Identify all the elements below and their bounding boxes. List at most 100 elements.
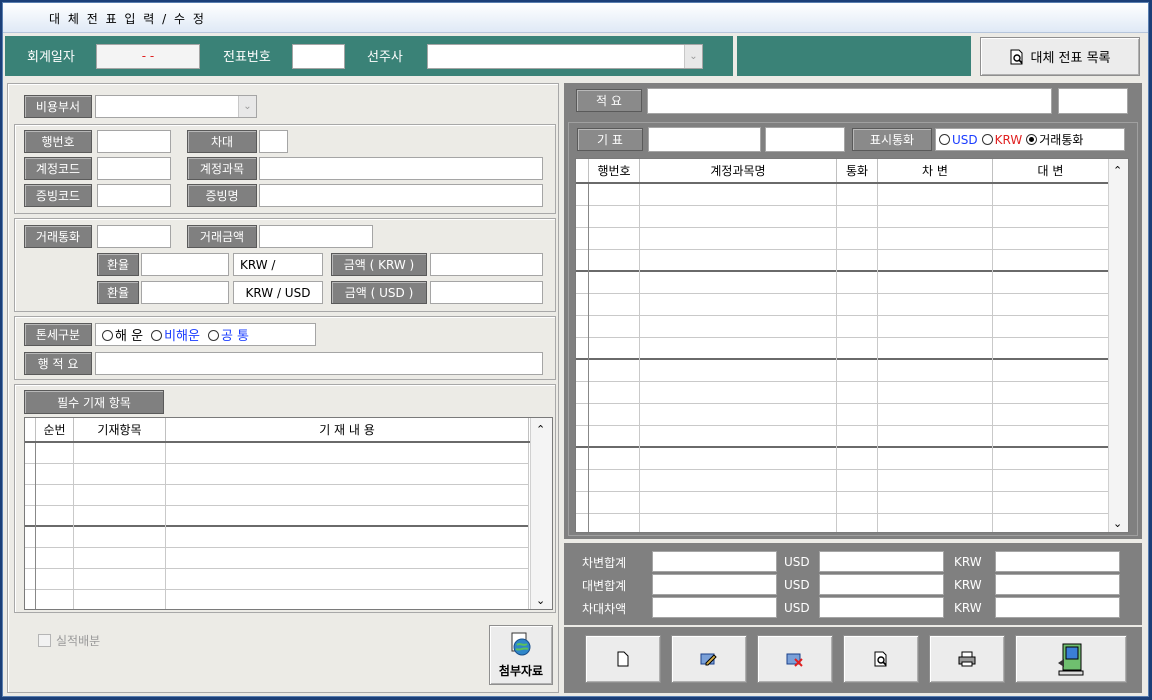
table-row[interactable]	[25, 548, 529, 569]
table-row[interactable]	[25, 527, 529, 548]
account-code-field[interactable]	[97, 157, 171, 180]
tonnage-radio-shipping[interactable]: 해 운	[102, 325, 143, 344]
difference-krw[interactable]	[995, 597, 1120, 618]
column-header[interactable]: 기 재 내 용	[166, 418, 529, 441]
table-row[interactable]	[576, 514, 1110, 532]
txn-currency-field[interactable]	[97, 225, 171, 248]
main-window: 대 체 전 표 입 력 / 수 정 회계일자 - - 전표번호 선주사 ⌄ 대체…	[2, 2, 1149, 697]
chevron-up-icon[interactable]: ⌃	[536, 423, 545, 436]
table-row[interactable]	[25, 443, 529, 464]
table-row[interactable]	[25, 506, 529, 527]
debit-total-krw[interactable]	[995, 551, 1120, 572]
vertical-scrollbar[interactable]: ⌃ ⌄	[1108, 159, 1128, 532]
currency-radio-usd[interactable]: USD	[939, 133, 978, 147]
table-row[interactable]	[576, 360, 1110, 382]
column-header[interactable]: 계정과목명	[640, 159, 837, 182]
column-header[interactable]: 대 변	[993, 159, 1109, 182]
tonnage-radio-common[interactable]: 공 통	[207, 325, 249, 344]
row-no-field[interactable]	[97, 130, 171, 153]
preview-icon	[874, 651, 887, 667]
preview-button[interactable]	[843, 635, 919, 683]
credit-total-field[interactable]	[652, 574, 777, 595]
chevron-down-icon[interactable]: ⌄	[684, 45, 702, 68]
column-header[interactable]: 차 변	[878, 159, 993, 182]
print-button[interactable]	[929, 635, 1005, 683]
memo-label: 적 요	[576, 89, 642, 112]
table-row[interactable]	[576, 492, 1110, 514]
left-panel: 비용부서 ⌄ 행번호 차대 계정코드 계정과목 증빙코드 증빙명 거래통화 거래…	[7, 83, 559, 693]
voucher-list-button[interactable]: 대체 전표 목록	[980, 37, 1140, 76]
actual-alloc-checkbox[interactable]: 실적배분	[38, 632, 100, 649]
credit-total-usd[interactable]	[819, 574, 944, 595]
table-row[interactable]	[576, 338, 1110, 360]
rate-field-2[interactable]	[141, 281, 229, 304]
grid-line	[877, 184, 878, 532]
table-row[interactable]	[576, 228, 1110, 250]
tonnage-radio-nonshipping[interactable]: 비해운	[151, 325, 200, 344]
account-subject-field[interactable]	[259, 157, 543, 180]
table-row[interactable]	[576, 294, 1110, 316]
txn-amount-field[interactable]	[259, 225, 373, 248]
table-row[interactable]	[576, 250, 1110, 272]
shipowner-label: 선주사	[367, 50, 403, 65]
new-button[interactable]	[585, 635, 661, 683]
rate-field-1[interactable]	[141, 253, 229, 276]
date-label: 회계일자	[27, 50, 75, 65]
debit-total-usd[interactable]	[819, 551, 944, 572]
base-field-2[interactable]	[765, 127, 845, 152]
column-header[interactable]: 순번	[36, 418, 74, 441]
table-row[interactable]	[25, 485, 529, 506]
chevron-up-icon[interactable]: ⌃	[1113, 164, 1122, 177]
amount-krw-field[interactable]	[430, 253, 543, 276]
edit-button[interactable]	[671, 635, 747, 683]
memo-field[interactable]	[647, 88, 1052, 114]
amount-usd-field[interactable]	[430, 281, 543, 304]
chevron-down-icon[interactable]: ⌄	[536, 594, 545, 607]
entries-grid[interactable]: 행번호 계정과목명 통화 차 변 대 변 ⌃ ⌄	[575, 158, 1129, 533]
table-row[interactable]	[576, 426, 1110, 448]
radio-icon	[102, 330, 113, 341]
row-selector-header	[576, 159, 589, 182]
evidence-name-field[interactable]	[259, 184, 543, 207]
evidence-code-field[interactable]	[97, 184, 171, 207]
table-row[interactable]	[576, 316, 1110, 338]
attachment-button[interactable]: 첨부자료	[489, 625, 553, 685]
table-row[interactable]	[576, 448, 1110, 470]
memo-extra-field[interactable]	[1058, 88, 1128, 114]
currency-radio-krw[interactable]: KRW	[981, 133, 1022, 147]
rate-label-1: 환율	[97, 253, 139, 276]
credit-total-krw[interactable]	[995, 574, 1120, 595]
table-row[interactable]	[576, 404, 1110, 426]
difference-usd[interactable]	[819, 597, 944, 618]
debit-credit-field[interactable]	[259, 130, 288, 153]
date-field[interactable]: - -	[96, 44, 200, 69]
table-row[interactable]	[576, 382, 1110, 404]
required-items-grid[interactable]: 순번 기재항목 기 재 내 용 ⌃ ⌄	[24, 417, 553, 610]
currency-radio-txn[interactable]: 거래통화	[1026, 131, 1083, 148]
chevron-down-icon[interactable]: ⌄	[1113, 517, 1122, 530]
line-memo-field[interactable]	[95, 352, 543, 375]
table-row[interactable]	[25, 569, 529, 590]
shipowner-combo[interactable]: ⌄	[427, 44, 703, 69]
debit-total-field[interactable]	[652, 551, 777, 572]
table-row[interactable]	[576, 272, 1110, 294]
evidence-name-label: 증빙명	[187, 184, 257, 207]
table-row[interactable]	[576, 470, 1110, 492]
table-row[interactable]	[576, 184, 1110, 206]
delete-button[interactable]	[757, 635, 833, 683]
column-header[interactable]: 기재항목	[74, 418, 166, 441]
base-field-1[interactable]	[648, 127, 761, 152]
difference-field[interactable]	[652, 597, 777, 618]
voucher-field[interactable]	[292, 44, 345, 69]
chevron-down-icon[interactable]: ⌄	[238, 96, 256, 117]
account-subject-label: 계정과목	[187, 157, 257, 180]
vertical-scrollbar[interactable]: ⌃ ⌄	[530, 418, 552, 609]
cost-dept-combo[interactable]: ⌄	[95, 95, 257, 118]
column-header[interactable]: 통화	[837, 159, 878, 182]
table-row[interactable]	[576, 206, 1110, 228]
column-header[interactable]: 행번호	[589, 159, 640, 182]
edit-icon	[700, 653, 717, 666]
exit-button[interactable]	[1015, 635, 1127, 683]
table-row[interactable]	[25, 590, 529, 609]
table-row[interactable]	[25, 464, 529, 485]
